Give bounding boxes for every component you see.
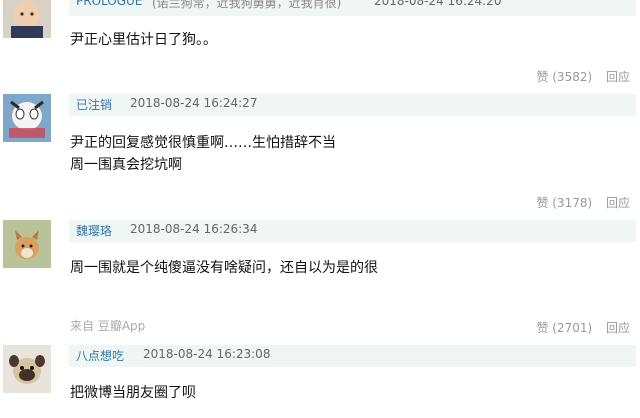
comment-meta-bar: PROLOGUE (诺兰狗常，近我狗舅舅，近我肖很) 2018-08-24 16…: [69, 0, 636, 16]
comment-username[interactable]: PROLOGUE: [76, 0, 142, 8]
comment-username[interactable]: 已注销: [76, 96, 112, 113]
like-button[interactable]: 赞 (2701): [536, 321, 592, 335]
like-button[interactable]: 赞 (3178): [536, 196, 592, 210]
comment-text: 尹正心里估计日了狗。。: [70, 32, 217, 48]
comment-actions: 赞 (2701) 回应: [526, 319, 630, 336]
like-button[interactable]: 赞 (3582): [536, 70, 592, 84]
comment-actions: 赞 (3582) 回应: [526, 68, 630, 85]
comment-username[interactable]: 魏璎珞: [76, 222, 112, 239]
comment-text: 周一围就是个纯傻逼没有啥疑问，还自以为是的很: [70, 260, 378, 276]
comment-timestamp: 2018-08-24 16:24:20: [374, 0, 502, 8]
comment-text: 尹正的回复感觉很慎重啊……生怕措辞不当: [70, 135, 336, 151]
comment-timestamp: 2018-08-24 16:26:34: [130, 222, 258, 236]
comment-meta-bar: 魏璎珞 2018-08-24 16:26:34: [69, 220, 636, 242]
comment-timestamp: 2018-08-24 16:23:08: [143, 347, 271, 361]
pug-avatar-icon[interactable]: [3, 345, 51, 393]
comment-text: 周一围真会挖坑啊: [70, 157, 182, 173]
comment-text: 把微博当朋友圈了呗: [70, 385, 196, 401]
comment-timestamp: 2018-08-24 16:24:27: [130, 96, 258, 110]
reply-button[interactable]: 回应: [606, 70, 630, 84]
dog-avatar-icon[interactable]: [3, 220, 51, 268]
comment-username[interactable]: 八点想吃: [76, 347, 124, 364]
comment-user-note: (诺兰狗常，近我狗舅舅，近我肖很): [152, 0, 342, 10]
comment-actions: 赞 (3178) 回应: [526, 194, 630, 211]
comment-meta-bar: 八点想吃 2018-08-24 16:23:08: [69, 345, 636, 367]
reply-button[interactable]: 回应: [606, 196, 630, 210]
cartoon-avatar-icon[interactable]: [3, 94, 51, 142]
reply-button[interactable]: 回应: [606, 321, 630, 335]
comment-source: 来自 豆瓣App: [70, 319, 146, 333]
child-avatar-icon[interactable]: [3, 0, 51, 38]
comment-meta-bar: 已注销 2018-08-24 16:24:27: [69, 94, 636, 116]
